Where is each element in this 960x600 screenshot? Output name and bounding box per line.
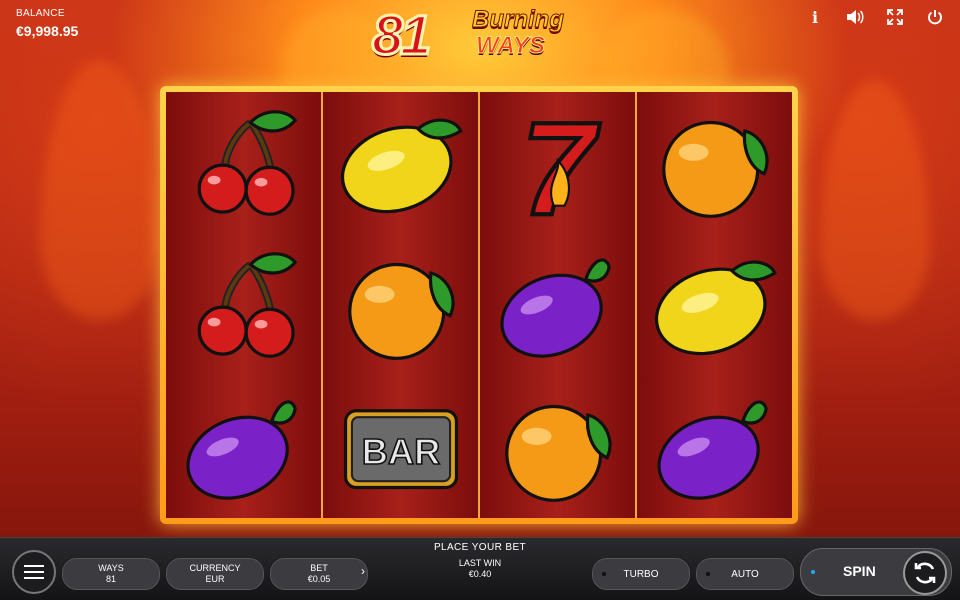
plum-symbol <box>480 234 635 376</box>
orange-symbol <box>480 376 635 518</box>
fullscreen-icon[interactable] <box>884 6 906 28</box>
auto-indicator <box>706 572 710 576</box>
cherry-symbol <box>166 234 321 376</box>
last-win-label: LAST WIN <box>458 558 502 568</box>
ways-label: WAYS <box>98 563 124 573</box>
turbo-label: TURBO <box>623 568 659 580</box>
cherry-symbol <box>166 92 321 234</box>
flame-decoration <box>820 80 930 320</box>
cherry-icon <box>197 110 297 216</box>
orange-icon <box>347 262 455 360</box>
reel-1 <box>166 92 321 518</box>
orange-icon <box>661 120 769 218</box>
plum-symbol <box>166 376 321 518</box>
turbo-toggle[interactable]: TURBO <box>592 558 690 590</box>
last-win-display: LAST WIN €0.40 <box>430 558 530 580</box>
currency-value: EUR <box>205 574 225 584</box>
seven-icon: 7 <box>519 93 602 245</box>
info-glyph: i <box>811 7 819 27</box>
hamburger-icon <box>24 565 44 579</box>
reels-area: BAR 7 <box>166 92 792 518</box>
plum-symbol <box>637 376 792 518</box>
bottom-bar: PLACE YOUR BET WAYS 81 CURRENCY EUR BET … <box>0 537 960 600</box>
game-logo: 81 Burning WAYS <box>370 2 602 68</box>
last-win-value: €0.40 <box>468 569 492 579</box>
logo-number: 81 <box>370 2 432 68</box>
balance-display: BALANCE €9,998.95 <box>16 8 78 39</box>
orange-symbol <box>323 234 478 376</box>
currency-display: CURRENCY EUR <box>166 558 264 590</box>
reel-4 <box>637 92 792 518</box>
spin-indicator <box>811 570 815 574</box>
bar-symbol: BAR <box>323 376 478 518</box>
lemon-icon <box>340 118 463 214</box>
auto-label: AUTO <box>731 568 759 580</box>
lemon-icon <box>654 260 777 356</box>
reel-2: BAR <box>323 92 478 518</box>
chevron-right-icon: › <box>361 564 365 578</box>
refresh-icon <box>914 562 936 584</box>
orange-icon <box>504 404 612 502</box>
lemon-symbol <box>323 92 478 234</box>
top-toolbar: i <box>804 6 946 28</box>
plum-icon <box>185 400 297 500</box>
logo-word-burning: Burning <box>472 6 565 34</box>
cherry-icon <box>197 252 297 358</box>
bar-symbol-text: BAR <box>361 431 440 472</box>
flame-decoration <box>40 60 160 320</box>
logo-word-ways: WAYS <box>476 32 546 60</box>
reel-3: 7 <box>480 92 635 518</box>
sound-icon[interactable] <box>844 6 866 28</box>
ways-value: 81 <box>105 574 116 584</box>
lemon-symbol <box>637 234 792 376</box>
currency-label: CURRENCY <box>189 563 241 573</box>
auto-toggle[interactable]: AUTO <box>696 558 794 590</box>
menu-button[interactable] <box>12 550 56 594</box>
bet-value: €0.05 <box>307 574 331 584</box>
bet-selector[interactable]: BET €0.05 › <box>270 558 368 590</box>
plum-icon <box>656 400 768 500</box>
orange-symbol <box>637 92 792 234</box>
spin-circle-button[interactable] <box>903 551 947 595</box>
bet-label: BET <box>310 563 328 573</box>
reels-frame: BAR 7 <box>160 86 798 524</box>
balance-label: BALANCE <box>16 8 65 19</box>
spin-button[interactable]: SPIN <box>800 548 952 596</box>
balance-value: €9,998.95 <box>16 23 79 39</box>
turbo-indicator <box>602 572 606 576</box>
info-icon[interactable]: i <box>804 6 826 28</box>
ways-display: WAYS 81 <box>62 558 160 590</box>
plum-icon <box>499 258 611 358</box>
spin-label: SPIN <box>843 563 876 579</box>
seven-symbol: 7 <box>480 92 635 245</box>
bar-icon: BAR <box>343 409 458 490</box>
power-icon[interactable] <box>924 6 946 28</box>
